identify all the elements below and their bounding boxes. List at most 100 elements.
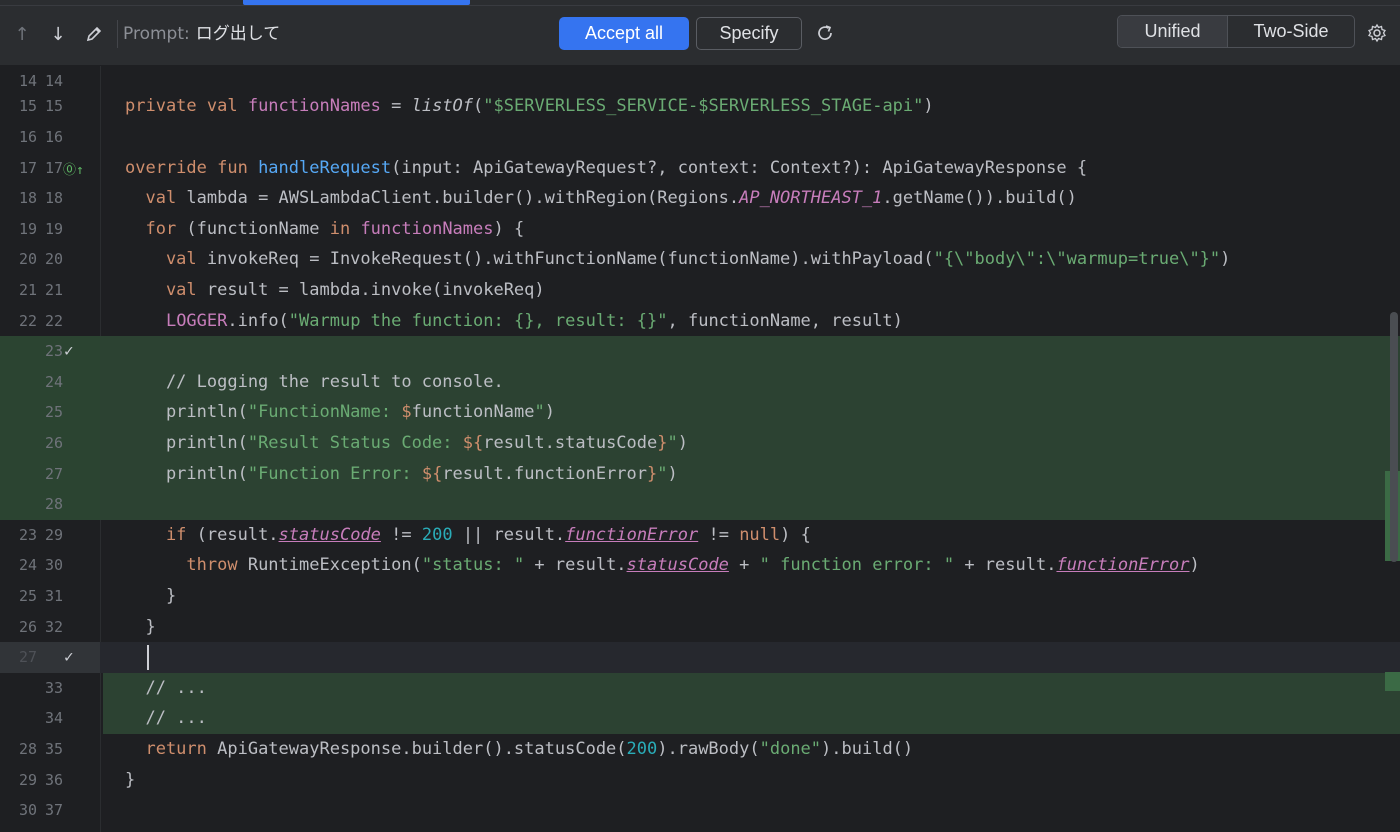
old-line-number: 26	[18, 617, 37, 636]
new-line-number: 27	[44, 464, 63, 483]
prompt-text: ログ出して	[195, 24, 281, 44]
old-line-number: 24	[18, 556, 37, 575]
code-line[interactable]: 20 20 val invokeReq = InvokeRequest().wit…	[0, 244, 1400, 275]
new-line-number: 19	[44, 219, 63, 238]
old-line-number: 22	[18, 311, 37, 330]
accept-chunk-check-icon[interactable]: ✓	[64, 642, 74, 673]
old-line-number: 18	[18, 189, 37, 208]
text-caret	[147, 645, 149, 671]
old-line-number	[15, 428, 37, 459]
new-line-number: 30	[44, 556, 63, 575]
accept-all-button[interactable]: Accept all	[559, 17, 689, 50]
new-line-number: 36	[44, 770, 63, 789]
old-line-number: 25	[18, 587, 37, 605]
added-line[interactable]: 24 // Logging the result to console.	[0, 366, 1400, 398]
edit-prompt-icon[interactable]	[82, 22, 106, 46]
added-line[interactable]: 28	[0, 489, 1400, 520]
line-code: }	[125, 769, 136, 790]
view-mode-toggle: Unified Two-Side	[1117, 15, 1355, 48]
added-line[interactable]: 25 println("FunctionName: $functionName"…	[0, 397, 1400, 428]
new-line-number: 21	[44, 281, 63, 299]
code-line[interactable]: 15 15 private val functionNames = listOf("…	[0, 91, 1400, 122]
line-code: }	[125, 586, 177, 606]
old-line-number	[15, 336, 37, 367]
code-line[interactable]: 17 17 ⓪↑ override fun handleRequest(input: …	[0, 153, 1400, 184]
new-line-number: 20	[44, 250, 63, 269]
code-line[interactable]: 26 32 }	[0, 612, 1400, 643]
code-line[interactable]: 18 18 val lambda = AWSLambdaClient.builde…	[0, 183, 1400, 214]
code-line[interactable]: 21 21 val result = lambda.invoke(invokeRe…	[0, 275, 1400, 306]
new-line-number	[41, 642, 63, 673]
code-line[interactable]: 29 36}	[0, 765, 1400, 796]
new-line-number: 18	[44, 189, 63, 208]
current-line[interactable]: 27 ✓	[0, 642, 1400, 673]
line-code: throw RuntimeException("status: " + resu…	[125, 555, 1200, 576]
added-line[interactable]: 23 ✓	[0, 336, 1400, 367]
added-line[interactable]: 27 println("Function Error: ${result.fun…	[0, 458, 1400, 490]
accept-chunk-check-icon[interactable]: ✓	[64, 336, 74, 367]
line-code: val invokeReq = InvokeRequest().withFunc…	[125, 249, 1231, 270]
new-line-number: 33	[44, 678, 63, 697]
diff-editor[interactable]: 14 14 15 15 private val functionNames = lis…	[0, 66, 1400, 832]
code-line[interactable]: 23 29 if (result.statusCode != 200 || res…	[0, 520, 1400, 551]
line-code: // ...	[125, 677, 207, 698]
code-line[interactable]: 24 30 throw RuntimeException("status: " +…	[0, 550, 1400, 581]
old-line-number	[15, 489, 37, 520]
old-line-number: 27	[18, 648, 37, 667]
new-line-number: 31	[44, 587, 63, 605]
old-line-number	[15, 397, 37, 428]
added-line[interactable]: 33 // ...	[0, 672, 1400, 704]
line-code: val result = lambda.invoke(invokeReq)	[125, 280, 545, 300]
previous-change-icon[interactable]: ↑	[10, 22, 34, 46]
old-line-number: 23	[18, 525, 37, 544]
active-tab-indicator	[243, 0, 470, 5]
new-line-number: 35	[44, 740, 63, 758]
toolbar-separator	[117, 20, 118, 48]
line-code: if (result.statusCode != 200 || result.f…	[125, 524, 811, 545]
line-code: }	[125, 616, 156, 637]
old-line-number: 17	[18, 158, 37, 177]
diff-toolbar: ↑ ↓ Prompt: ログ出して Accept all Specify Unif…	[0, 6, 1400, 66]
new-line-number: 37	[44, 801, 63, 820]
added-line[interactable]: 34 // ...	[0, 703, 1400, 734]
new-line-number: 32	[44, 617, 63, 636]
new-line-number: 24	[44, 372, 63, 391]
old-line-number	[15, 703, 37, 734]
line-code: // Logging the result to console.	[125, 371, 504, 392]
unified-view-button[interactable]: Unified	[1118, 16, 1228, 47]
old-line-number: 30	[18, 801, 37, 820]
line-code: // ...	[125, 708, 207, 729]
new-line-number: 16	[44, 128, 63, 146]
line-code: println("Function Error: ${result.functi…	[125, 463, 678, 484]
old-line-number: 16	[18, 128, 37, 146]
line-code: for (functionName in functionNames) {	[125, 218, 525, 239]
code-line[interactable]: 19 19 for (functionName in functionNames)…	[0, 214, 1400, 245]
specify-button[interactable]: Specify	[696, 17, 802, 50]
code-line[interactable]: 16 16	[0, 122, 1400, 153]
old-line-number: 20	[18, 250, 37, 269]
next-change-icon[interactable]: ↓	[46, 22, 70, 46]
code-line[interactable]: 22 22 LOGGER.info("Warmup the function: {…	[0, 306, 1400, 337]
old-line-number: 28	[18, 740, 37, 758]
line-code: private val functionNames = listOf("$SER…	[125, 96, 934, 117]
gear-icon[interactable]	[1364, 20, 1390, 46]
prompt-label: Prompt:	[123, 24, 190, 44]
two-side-view-button[interactable]: Two-Side	[1228, 16, 1354, 47]
line-code: println("FunctionName: $functionName")	[125, 402, 555, 423]
override-marker-icon[interactable]: ⓪↑	[63, 159, 84, 178]
old-line-number: 19	[18, 219, 37, 238]
old-line-number: 15	[18, 97, 37, 116]
code-line[interactable]: 25 31 }	[0, 581, 1400, 612]
added-line[interactable]: 26 println("Result Status Code: ${result…	[0, 428, 1400, 459]
code-line[interactable]: 28 35 return ApiGatewayResponse.builder()…	[0, 734, 1400, 765]
line-code: val lambda = AWSLambdaClient.builder().w…	[125, 188, 1077, 209]
scroll-change-marker	[1385, 672, 1400, 691]
new-line-number: 34	[44, 709, 63, 728]
code-line[interactable]: 30 37	[0, 795, 1400, 826]
vertical-scrollbar[interactable]	[1390, 312, 1398, 562]
old-line-number: 29	[18, 770, 37, 789]
regenerate-icon[interactable]	[812, 20, 838, 46]
old-line-number: 21	[18, 281, 37, 299]
new-line-number: 26	[44, 434, 63, 452]
new-line-number: 28	[44, 495, 63, 514]
